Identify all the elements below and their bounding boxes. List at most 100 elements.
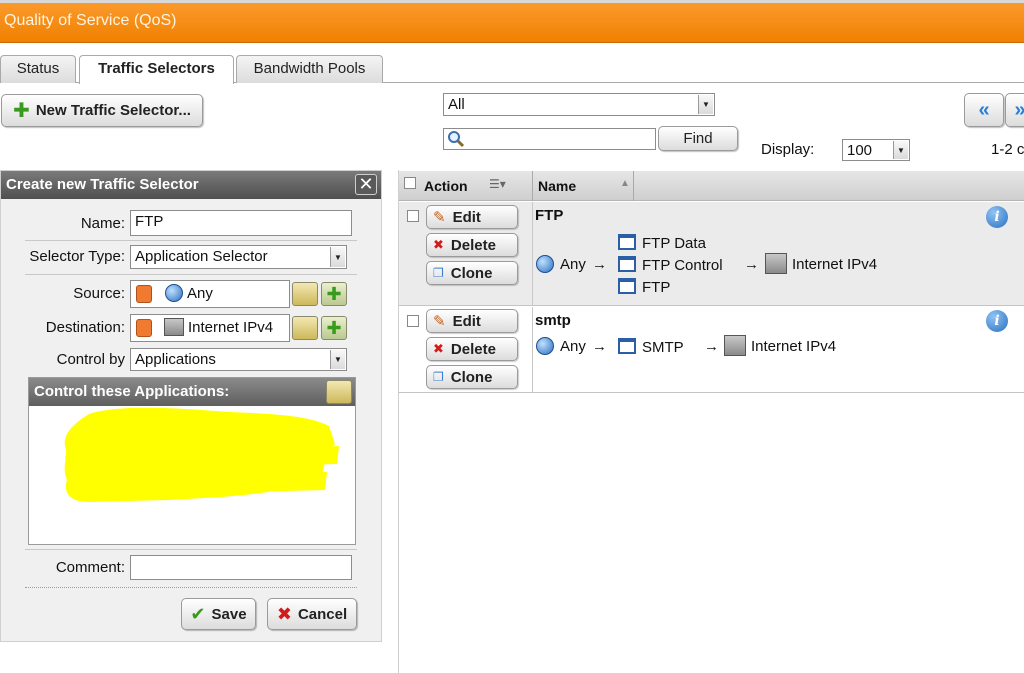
title-bar: Quality of Service (QoS): [0, 3, 1024, 43]
previous-page-button[interactable]: «: [964, 93, 1004, 127]
folder-icon[interactable]: [292, 316, 318, 340]
control-by-value: Applications: [135, 351, 216, 368]
panel-header: Create new Traffic Selector: [1, 171, 381, 199]
network-icon: [724, 335, 746, 356]
divider: [25, 587, 357, 588]
select-all-checkbox[interactable]: [404, 177, 416, 189]
arrow-icon: →: [744, 256, 759, 273]
add-icon[interactable]: ✚: [321, 282, 347, 306]
folder-icon[interactable]: [326, 380, 352, 404]
clone-button[interactable]: ❐ Clone: [426, 365, 518, 389]
delete-label: Delete: [450, 236, 496, 254]
window-title: Quality of Service (QoS): [4, 12, 177, 29]
source-field[interactable]: Any: [130, 280, 290, 308]
save-label: Save: [211, 605, 247, 623]
chevron-down-icon: ▼: [893, 141, 908, 159]
panel-title: Create new Traffic Selector: [6, 176, 199, 193]
display-count-value: 100: [847, 142, 873, 159]
pagination-range: 1-2 c: [991, 141, 1024, 158]
service-window-icon: [618, 256, 636, 272]
cancel-button[interactable]: ✖ Cancel: [267, 598, 357, 630]
globe-icon: [536, 255, 554, 273]
tab-bandwidth-pools[interactable]: Bandwidth Pools: [236, 55, 383, 83]
filter-select[interactable]: All ▼: [443, 93, 715, 116]
service-item: SMTP: [642, 339, 684, 356]
globe-icon: [165, 284, 183, 302]
service-item: FTP Data: [642, 235, 706, 252]
clone-label: Clone: [450, 264, 493, 282]
destination-value: Internet IPv4: [751, 338, 837, 355]
display-count-select[interactable]: 100 ▼: [842, 139, 910, 161]
trash-icon[interactable]: [136, 285, 152, 303]
source-label: Source:: [73, 285, 125, 302]
selector-type-select[interactable]: Application Selector ▼: [130, 245, 347, 269]
x-icon: ✖: [433, 237, 444, 252]
comment-field[interactable]: [130, 555, 352, 580]
destination-value: Internet IPv4: [188, 319, 274, 336]
column-divider: [532, 171, 533, 201]
column-divider: [532, 307, 533, 393]
globe-icon: [536, 337, 554, 355]
column-action-header: Action: [424, 178, 468, 194]
control-by-select[interactable]: Applications ▼: [130, 348, 347, 371]
row-name: smtp: [535, 312, 571, 329]
service-window-icon: [618, 278, 636, 294]
double-chevron-left-icon: «: [978, 98, 990, 121]
applications-header: Control these Applications:: [29, 378, 355, 406]
new-traffic-selector-label: New Traffic Selector...: [35, 102, 191, 119]
selector-type-value: Application Selector: [135, 248, 268, 265]
arrow-icon: →: [592, 338, 607, 355]
trash-icon[interactable]: [136, 319, 152, 337]
tab-traffic-selectors[interactable]: Traffic Selectors: [79, 55, 234, 84]
tab-status[interactable]: Status: [0, 55, 76, 83]
name-label: Name:: [80, 215, 125, 232]
column-menu-icon[interactable]: ☰▾: [489, 177, 506, 191]
folder-icon[interactable]: [292, 282, 318, 306]
comment-label: Comment:: [55, 559, 125, 576]
redaction-scribble: [64, 407, 339, 502]
table-row[interactable]: ✎ Edit ✖ Delete ❐ Clone smtp Any → SMTP …: [399, 307, 1024, 393]
selector-type-label: Selector Type:: [29, 248, 125, 265]
delete-button[interactable]: ✖ Delete: [426, 233, 518, 257]
checkmark-icon: ✔: [190, 603, 206, 624]
next-page-button[interactable]: »: [1005, 93, 1024, 127]
find-button[interactable]: Find: [658, 126, 738, 151]
column-name-header[interactable]: Name: [538, 178, 576, 194]
pencil-icon: ✎: [433, 313, 446, 330]
sort-ascending-icon[interactable]: ▲: [620, 178, 630, 189]
row-checkbox[interactable]: [407, 210, 419, 222]
row-name: FTP: [535, 207, 564, 224]
edit-label: Edit: [452, 312, 481, 330]
delete-button[interactable]: ✖ Delete: [426, 337, 518, 361]
applications-list[interactable]: Control these Applications:: [28, 377, 356, 545]
close-icon[interactable]: ✕: [355, 174, 377, 195]
name-field[interactable]: FTP: [130, 210, 352, 236]
service-item: FTP Control: [642, 257, 723, 274]
clone-button[interactable]: ❐ Clone: [426, 261, 518, 285]
info-icon[interactable]: i: [986, 206, 1008, 228]
edit-button[interactable]: ✎ Edit: [426, 309, 518, 333]
create-traffic-selector-panel: Create new Traffic Selector ✕ Name: FTP …: [0, 170, 382, 642]
applications-header-label: Control these Applications:: [34, 383, 230, 400]
search-input[interactable]: [443, 128, 656, 150]
arrow-icon: →: [704, 338, 719, 355]
double-chevron-right-icon: »: [1014, 99, 1024, 122]
save-button[interactable]: ✔ Save: [181, 598, 256, 630]
x-icon: ✖: [433, 341, 444, 356]
row-checkbox[interactable]: [407, 315, 419, 327]
source-value: Any: [560, 256, 586, 273]
edit-button[interactable]: ✎ Edit: [426, 205, 518, 229]
new-traffic-selector-button[interactable]: ✚ New Traffic Selector...: [1, 94, 203, 127]
divider: [25, 274, 357, 275]
filter-value: All: [448, 96, 465, 113]
table-header: Action ☰▾ Name ▲: [399, 171, 1024, 201]
add-icon[interactable]: ✚: [321, 316, 347, 340]
service-item: FTP: [642, 279, 671, 296]
info-icon[interactable]: i: [986, 310, 1008, 332]
column-divider: [532, 202, 533, 306]
destination-field[interactable]: Internet IPv4: [130, 314, 290, 342]
service-window-icon: [618, 234, 636, 250]
cancel-label: Cancel: [297, 605, 348, 623]
destination-label: Destination:: [45, 319, 125, 336]
table-row[interactable]: ✎ Edit ✖ Delete ❐ Clone FTP Any → FTP Da…: [399, 202, 1024, 306]
